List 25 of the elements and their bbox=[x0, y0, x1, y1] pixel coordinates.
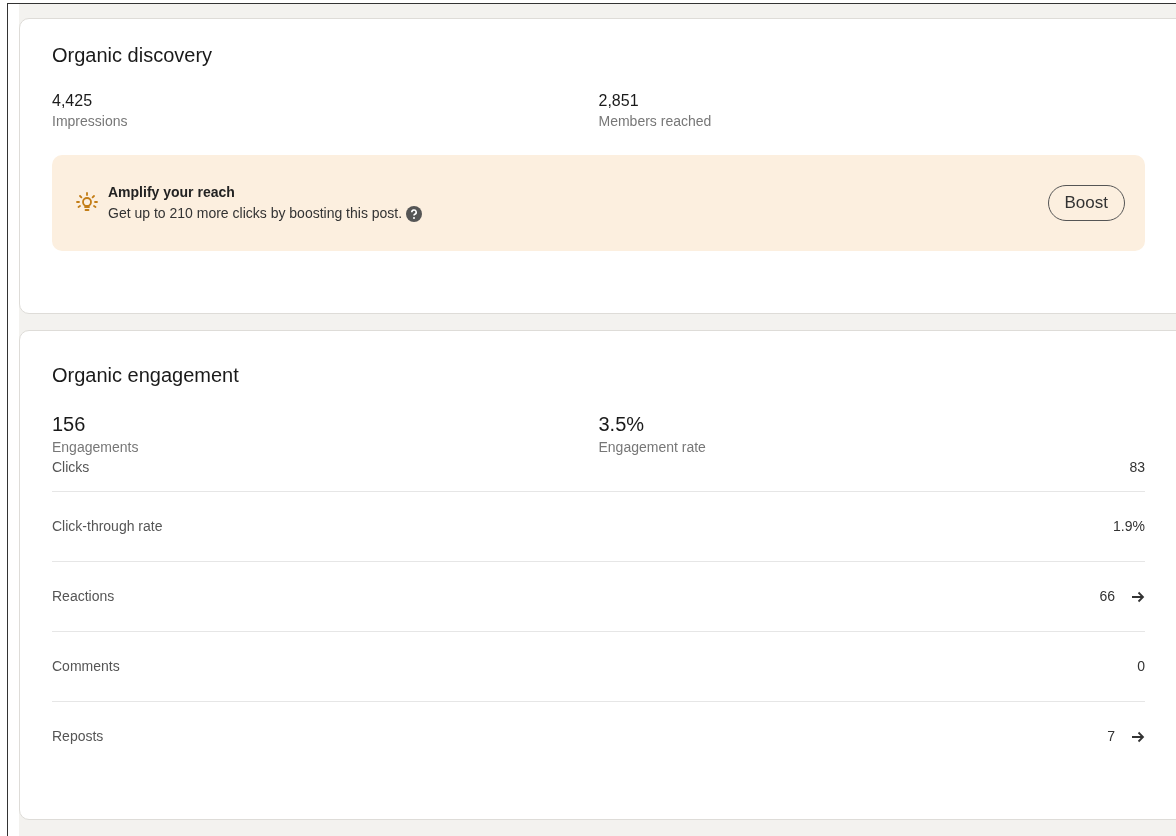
stat-value: 2,851 bbox=[598, 91, 640, 111]
metric-label: Click-through rate bbox=[52, 517, 163, 536]
stat-value: 3.5% bbox=[598, 412, 646, 437]
stat-label: Engagement rate bbox=[598, 438, 707, 457]
metric-value: 0 bbox=[1137, 657, 1145, 676]
metric-label: Reposts bbox=[52, 727, 104, 746]
stat-label: Impressions bbox=[52, 112, 129, 131]
metric-value: 7 bbox=[1107, 727, 1115, 746]
arrow-right-icon[interactable] bbox=[1131, 730, 1145, 743]
promo-text: Get up to 210 more clicks by boosting this post. bbox=[108, 204, 403, 223]
metric-label: Clicks bbox=[52, 458, 90, 477]
stat-value: 4,425 bbox=[52, 91, 94, 111]
help-icon[interactable] bbox=[406, 205, 423, 222]
metric-label: Reactions bbox=[52, 587, 115, 606]
stat-label: Members reached bbox=[598, 112, 713, 131]
metric-value: 83 bbox=[1129, 458, 1145, 477]
section-title: Organic discovery bbox=[52, 43, 214, 67]
metric-label: Comments bbox=[52, 657, 120, 676]
stat-label: Engagements bbox=[52, 438, 140, 457]
arrow-right-icon[interactable] bbox=[1131, 590, 1145, 603]
metric-value: 1.9% bbox=[1113, 517, 1145, 536]
metric-value: 66 bbox=[1099, 587, 1115, 606]
promo-title: Amplify your reach bbox=[108, 183, 236, 202]
stat-value: 156 bbox=[52, 412, 87, 437]
section-title: Organic engagement bbox=[52, 363, 240, 387]
